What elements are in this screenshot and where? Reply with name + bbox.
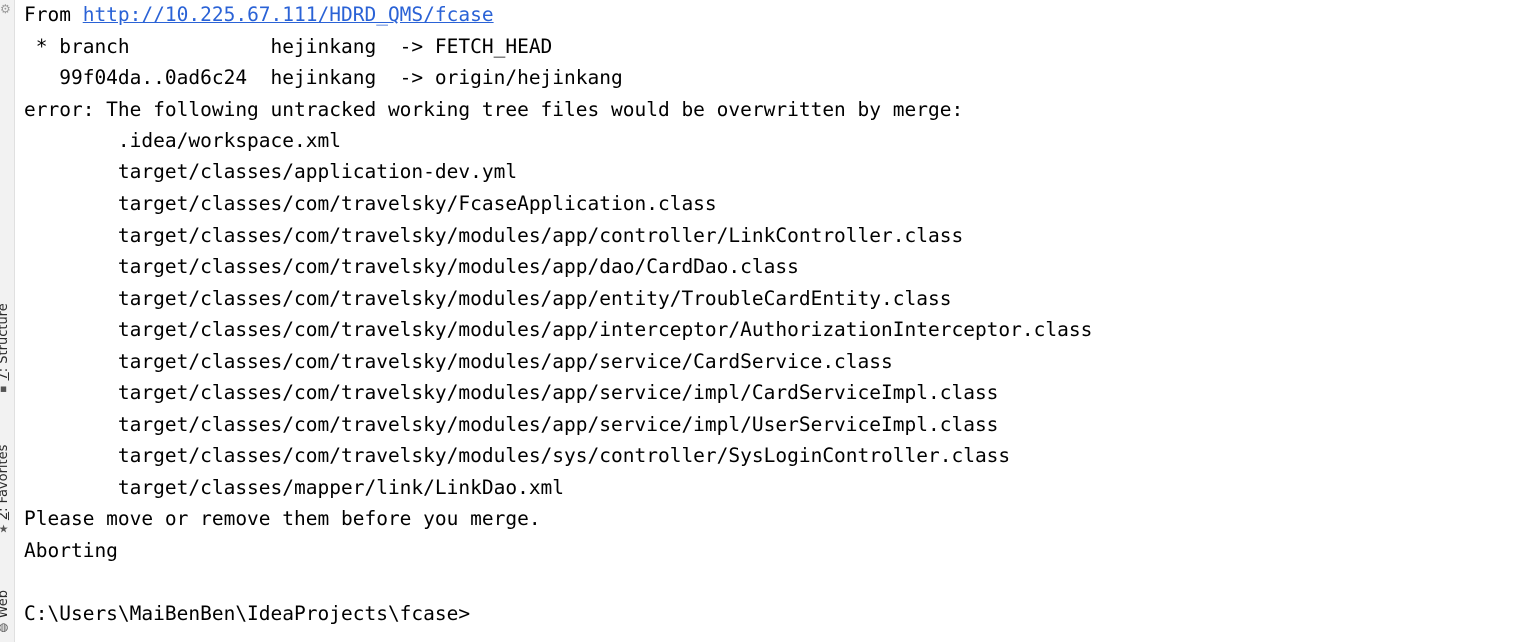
terminal-line: * branch hejinkang -> FETCH_HEAD [24,35,553,58]
tool-window-strip: ⚙ ▪ 7: Structure ★ 2: Favorites ◍ Web [0,0,15,642]
terminal-line-file: target/classes/com/travelsky/modules/app… [24,287,952,310]
favorites-label: : Favorites [0,444,11,512]
terminal-line-file: target/classes/com/travelsky/modules/app… [24,413,999,436]
tab-web[interactable]: ◍ Web [0,590,11,634]
web-label: Web [0,590,11,619]
structure-label: : Structure [0,303,11,372]
terminal-line-file: target/classes/application-dev.yml [24,160,518,183]
terminal-line-file: target/classes/com/travelsky/modules/app… [24,224,964,247]
globe-icon: ◍ [0,621,8,634]
terminal-line-from: From http://10.225.67.111/HDRD_QMS/fcase [24,3,494,27]
settings-icon[interactable]: ⚙ [0,2,11,16]
terminal-line-file: .idea/workspace.xml [24,129,341,152]
terminal-line: Please move or remove them before you me… [24,507,541,530]
terminal-window: ⚙ ▪ 7: Structure ★ 2: Favorites ◍ Web Fr… [0,0,1514,642]
terminal-line-file: target/classes/com/travelsky/modules/app… [24,318,1093,341]
terminal-line: 99f04da..0ad6c24 hejinkang -> origin/hej… [24,66,623,89]
terminal-line-file: target/classes/com/travelsky/modules/app… [24,255,799,278]
terminal-line: Aborting [24,539,118,562]
structure-icon: ▪ [0,381,8,395]
terminal-prompt[interactable]: C:\Users\MaiBenBen\IdeaProjects\fcase> [24,602,470,626]
terminal-line-file: target/classes/com/travelsky/modules/app… [24,350,893,373]
terminal-line-file: target/classes/mapper/link/LinkDao.xml [24,476,565,499]
terminal-line-file: target/classes/com/travelsky/FcaseApplic… [24,192,717,215]
terminal-output[interactable]: From http://10.225.67.111/HDRD_QMS/fcase… [24,0,1514,642]
terminal-line-file: target/classes/com/travelsky/modules/app… [24,381,999,404]
tab-structure[interactable]: ▪ 7: Structure [0,303,11,395]
remote-url-link[interactable]: http://10.225.67.111/HDRD_QMS/fcase [83,3,494,26]
terminal-line-file: target/classes/com/travelsky/modules/sys… [24,444,1011,467]
star-icon: ★ [0,523,8,536]
from-prefix: From [24,3,83,26]
favorites-mnemonic: 2 [0,512,11,520]
structure-mnemonic: 7 [0,372,11,380]
terminal-line-error: error: The following untracked working t… [24,98,964,121]
tab-favorites[interactable]: ★ 2: Favorites [0,444,11,536]
